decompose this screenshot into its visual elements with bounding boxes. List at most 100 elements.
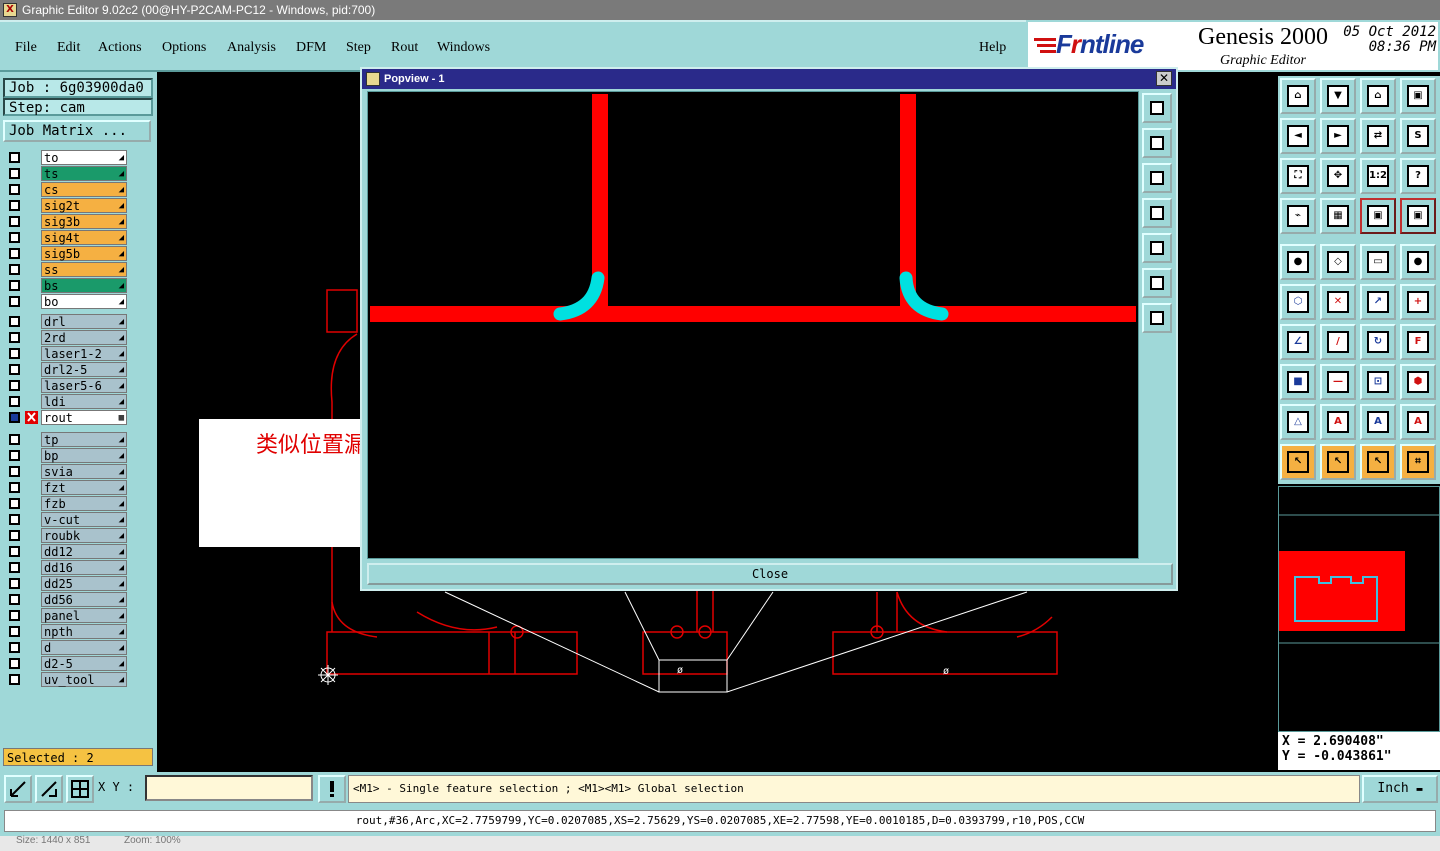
connect-icon[interactable]: ⬡	[1280, 284, 1316, 320]
fit-all-icon[interactable]: ⛶	[1280, 158, 1316, 194]
fill-icon[interactable]: ●	[1400, 244, 1436, 280]
popview-zoom-home-button[interactable]	[1142, 93, 1172, 123]
layer-row-sig5b[interactable]: sig5b ◢	[5, 246, 127, 261]
reverse-icon[interactable]: ⇄	[1360, 118, 1396, 154]
layer-red-icon[interactable]: ▣	[1360, 198, 1396, 234]
draw-line-icon[interactable]: ∠	[1280, 324, 1316, 360]
layer-checkbox[interactable]	[9, 280, 20, 291]
grid-icon[interactable]: ▦	[1320, 198, 1356, 234]
layer-row-svia[interactable]: svia ◢	[5, 464, 127, 479]
layer-checkbox[interactable]	[9, 296, 20, 307]
layer-name[interactable]: laser5-6 ◢	[41, 378, 127, 393]
layer-name[interactable]: ss ◢	[41, 262, 127, 277]
popview-zoom-out-button[interactable]	[1142, 303, 1172, 333]
draw-diag-icon[interactable]: /	[1320, 324, 1356, 360]
layer-checkbox[interactable]	[9, 578, 20, 589]
layer-row-ts[interactable]: ts ◢	[5, 166, 127, 181]
layer-name[interactable]: rout ▦	[41, 410, 127, 425]
layer-name[interactable]: ldi ◢	[41, 394, 127, 409]
layer-checkbox[interactable]	[9, 396, 20, 407]
job-matrix-button[interactable]: Job Matrix ...	[3, 120, 151, 142]
add-red-icon[interactable]: ■	[1280, 364, 1316, 400]
layer-checkbox[interactable]	[9, 562, 20, 573]
layer-name[interactable]: dd12 ◢	[41, 544, 127, 559]
layer-row-laser1-2[interactable]: laser1-2 ◢	[5, 346, 127, 361]
layer-checkbox[interactable]	[9, 642, 20, 653]
layer-row-dd56[interactable]: dd56 ◢	[5, 592, 127, 607]
popview-pan-down-button[interactable]	[1142, 163, 1172, 193]
layer-checkbox[interactable]	[9, 530, 20, 541]
layer-name[interactable]: 2rd ◢	[41, 330, 127, 345]
layer-row-rout[interactable]: rout ▦	[5, 410, 127, 425]
layer-checkbox[interactable]	[9, 626, 20, 637]
line-red-icon[interactable]: —	[1320, 364, 1356, 400]
layer-name[interactable]: sig5b ◢	[41, 246, 127, 261]
layer-name[interactable]: bs ◢	[41, 278, 127, 293]
layer-checkbox[interactable]	[9, 674, 20, 685]
layer-name[interactable]: dd16 ◢	[41, 560, 127, 575]
layer-checkbox[interactable]	[9, 380, 20, 391]
layer-row-fzb[interactable]: fzb ◢	[5, 496, 127, 511]
copy-blue-icon[interactable]: ⬢	[1400, 364, 1436, 400]
popview-pan-right-button[interactable]	[1142, 233, 1172, 263]
layer-name[interactable]: cs ◢	[41, 182, 127, 197]
tri1-icon[interactable]: △	[1280, 404, 1316, 440]
menu-step[interactable]: Step	[346, 40, 371, 56]
layer-checkbox[interactable]	[9, 232, 20, 243]
layer-checkbox[interactable]	[9, 466, 20, 477]
layer-row-uv_tool[interactable]: uv_tool ◢	[5, 672, 127, 687]
layer-row-panel[interactable]: panel ◢	[5, 608, 127, 623]
layer-checkbox[interactable]	[9, 316, 20, 327]
layer-name[interactable]: d ◢	[41, 640, 127, 655]
zoom-up-icon[interactable]: ▼	[1320, 78, 1356, 114]
measure-icon[interactable]: ▭	[1360, 244, 1396, 280]
fit-center-icon[interactable]: ✥	[1320, 158, 1356, 194]
layer-name[interactable]: fzb ◢	[41, 496, 127, 511]
pointer-select-icon[interactable]: ↖	[1360, 444, 1396, 480]
layer-checkbox[interactable]	[9, 610, 20, 621]
layer-row-dd12[interactable]: dd12 ◢	[5, 544, 127, 559]
layer-row-tp[interactable]: tp ◢	[5, 432, 127, 447]
layer-row-sig3b[interactable]: sig3b ◢	[5, 214, 127, 229]
layer-checkbox[interactable]	[9, 348, 20, 359]
layer-name[interactable]: d2-5 ◢	[41, 656, 127, 671]
menu-edit[interactable]: Edit	[57, 40, 80, 56]
tri4-icon[interactable]: A	[1400, 404, 1436, 440]
layer-row-d2-5[interactable]: d2-5 ◢	[5, 656, 127, 671]
layer-row-npth[interactable]: npth ◢	[5, 624, 127, 639]
delete-icon[interactable]: ✕	[1320, 284, 1356, 320]
layer-name[interactable]: fzt ◢	[41, 480, 127, 495]
layer-row-v-cut[interactable]: v-cut ◢	[5, 512, 127, 527]
zoom-home-icon[interactable]: ⌂	[1280, 78, 1316, 114]
layer-name[interactable]: v-cut ◢	[41, 512, 127, 527]
layer-name[interactable]: dd25 ◢	[41, 576, 127, 591]
zoom-window-button[interactable]	[35, 775, 63, 803]
menu-analysis[interactable]: Analysis	[227, 40, 276, 56]
pan-right-icon[interactable]: ►	[1320, 118, 1356, 154]
layer-row-bo[interactable]: bo ◢	[5, 294, 127, 309]
layer-name[interactable]: sig3b ◢	[41, 214, 127, 229]
layer-checkbox[interactable]	[9, 364, 20, 375]
close-icon[interactable]: ✕	[1156, 71, 1172, 86]
layer-checkbox[interactable]	[9, 184, 20, 195]
layer-checkbox[interactable]	[9, 546, 20, 557]
tri3-icon[interactable]: A	[1360, 404, 1396, 440]
help-question-icon[interactable]: ?	[1400, 158, 1436, 194]
layer-checkbox[interactable]	[9, 168, 20, 179]
layer-row-ldi[interactable]: ldi ◢	[5, 394, 127, 409]
layer-row-roubk[interactable]: roubk ◢	[5, 528, 127, 543]
layer-name[interactable]: sig4t ◢	[41, 230, 127, 245]
popview-close-button[interactable]: Close	[367, 563, 1173, 585]
layer-name[interactable]: npth ◢	[41, 624, 127, 639]
layer-row-sig2t[interactable]: sig2t ◢	[5, 198, 127, 213]
warning-icon[interactable]	[318, 775, 346, 803]
popview-zoom-in-button[interactable]	[1142, 268, 1172, 298]
layer-checkbox[interactable]	[9, 482, 20, 493]
layer-checkbox[interactable]	[9, 498, 20, 509]
select-pad-icon[interactable]: ●	[1280, 244, 1316, 280]
zoom-area-button[interactable]	[4, 775, 32, 803]
menu-actions[interactable]: Actions	[98, 40, 142, 56]
layer-row-dd25[interactable]: dd25 ◢	[5, 576, 127, 591]
layer-row-2rd[interactable]: 2rd ◢	[5, 330, 127, 345]
layer-name[interactable]: laser1-2 ◢	[41, 346, 127, 361]
